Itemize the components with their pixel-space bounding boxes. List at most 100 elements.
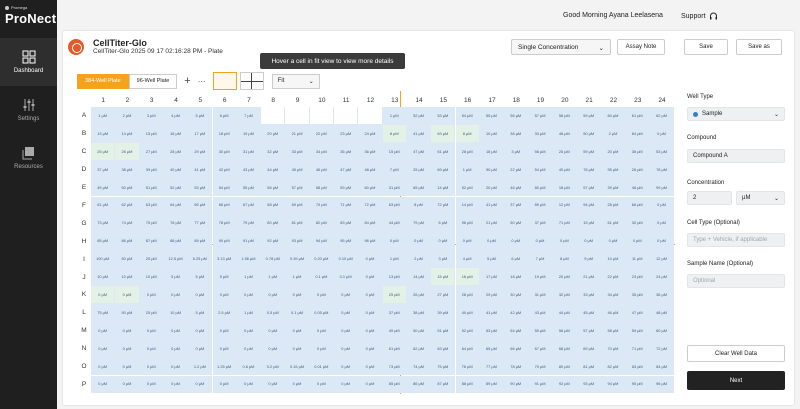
well-type-select[interactable]: Sample ⌄ [687, 107, 785, 121]
assay-note-button[interactable]: Assay Note [617, 39, 665, 55]
row-header[interactable]: B [77, 125, 91, 143]
well-cell[interactable]: 40 µM [163, 160, 189, 179]
well-cell[interactable]: 61 µM [431, 142, 456, 161]
well-cell[interactable]: 63 µM [431, 339, 456, 358]
well-cell[interactable]: 31 µM [528, 286, 553, 304]
save-as-button[interactable]: Save as [736, 39, 782, 55]
well-cell[interactable]: 53 µM [649, 142, 675, 161]
well-cell[interactable]: 47 µM [334, 160, 359, 179]
well-cell[interactable]: 53 µM [479, 321, 505, 340]
well-cell[interactable]: 72 µM [649, 339, 675, 358]
well-cell[interactable]: 54 µM [528, 160, 553, 179]
well-cell[interactable]: 0 µM [188, 339, 213, 358]
well-cell[interactable]: 79 µM [406, 214, 432, 233]
nav-resources[interactable]: Resources [0, 134, 57, 182]
well-cell[interactable]: 0 µM [163, 357, 189, 376]
well-cell[interactable]: 14 µM [406, 268, 432, 286]
well-cell[interactable]: 16 µM [455, 268, 480, 286]
well-cell[interactable]: 0 µM [334, 339, 359, 358]
concentration-field[interactable]: 2 [687, 191, 732, 205]
well-cell[interactable]: 5 µM [163, 268, 189, 286]
well-cell[interactable]: 0 µM [261, 375, 286, 394]
column-header[interactable]: 20 [553, 95, 577, 107]
column-header[interactable]: 16 [456, 95, 480, 107]
well-cell[interactable]: 18 µM [552, 178, 577, 197]
well-cell[interactable]: 78 µM [577, 160, 602, 179]
well-cell[interactable]: 94 µM [309, 232, 334, 251]
well-cell[interactable]: 22 µM [601, 268, 626, 286]
well-cell[interactable]: 0 µM [334, 286, 359, 304]
column-header[interactable]: 18 [504, 95, 528, 107]
well-cell[interactable]: 72 µM [358, 196, 383, 215]
well-cell[interactable]: 0 µM [139, 375, 164, 394]
well-cell[interactable]: 0 µM [139, 357, 164, 376]
well-cell[interactable]: 0 µM [91, 321, 116, 340]
row-header[interactable]: K [77, 286, 91, 304]
well-cell[interactable]: 94 µM [577, 196, 602, 215]
well-cell[interactable]: 18 µM [212, 124, 237, 143]
column-header[interactable]: 15 [431, 95, 455, 107]
well-cell[interactable]: 0 µM [479, 232, 505, 251]
well-cell[interactable]: 0 µM [115, 339, 140, 358]
well-cell[interactable]: 10 µM [115, 268, 140, 286]
well-cell[interactable]: 15 µM [382, 142, 407, 161]
well-cell[interactable]: 56 µM [504, 107, 529, 125]
well-cell[interactable]: 0.6 µM [236, 357, 262, 376]
well-cell[interactable]: 88 µM [163, 232, 189, 251]
well-cell[interactable]: 65 µM [406, 178, 432, 197]
well-cell[interactable]: 5 µM [212, 268, 237, 286]
well-cell[interactable]: 58 µM [601, 321, 626, 340]
well-cell[interactable]: 8 µM [455, 124, 480, 143]
well-cell[interactable]: 10 µM [163, 303, 189, 322]
well-cell[interactable]: 12 µM [649, 250, 675, 269]
well-cell[interactable]: 57 µM [528, 107, 553, 125]
column-header[interactable]: 22 [601, 95, 625, 107]
row-header[interactable]: A [77, 107, 91, 125]
well-cell[interactable]: 23 µM [334, 124, 359, 143]
well-cell[interactable]: 61 µM [382, 339, 407, 358]
well-cell[interactable]: 1 µM [236, 268, 262, 286]
well-cell[interactable]: 0.78 µM [261, 250, 286, 269]
well-cell[interactable]: 93 µM [285, 232, 310, 251]
well-cell[interactable]: 31 µM [382, 178, 407, 197]
column-header[interactable]: 23 [626, 95, 650, 107]
well-cell[interactable]: 0.01 µM [309, 357, 334, 376]
row-header[interactable]: N [77, 340, 91, 358]
well-cell[interactable]: 46 µM [601, 303, 626, 322]
well-cell[interactable]: 25 µM [406, 160, 432, 179]
well-cell[interactable]: 0 µM [212, 286, 237, 304]
well-cell[interactable]: 0 µM [91, 375, 116, 394]
well-cell[interactable]: 12.5 µM [163, 250, 189, 269]
well-cell[interactable]: 27 µM [431, 286, 456, 304]
well-cell[interactable]: 51 µM [431, 321, 456, 340]
well-cell[interactable]: 0 µM [334, 321, 359, 340]
well-cell[interactable]: 1 µM [261, 268, 286, 286]
well-cell[interactable]: 59 µM [625, 321, 650, 340]
well-cell[interactable]: 84 µM [358, 214, 383, 233]
well-cell[interactable]: 68 µM [552, 339, 577, 358]
well-cell[interactable] [261, 107, 286, 125]
quad-view-button[interactable] [239, 72, 264, 90]
row-header[interactable]: E [77, 179, 91, 197]
well-cell[interactable]: 0 µM [406, 232, 432, 251]
well-cell[interactable]: 0 µM [358, 286, 383, 304]
well-cell[interactable]: 69 µM [285, 196, 310, 215]
well-cell[interactable]: 14 µM [431, 178, 456, 197]
well-cell[interactable]: 0.05 µM [309, 303, 334, 322]
well-cell[interactable]: 65 µM [479, 339, 505, 358]
well-cell[interactable]: 48 µM [552, 124, 577, 143]
well-cell[interactable]: 0 µM [236, 321, 262, 340]
well-cell[interactable]: 90 µM [504, 375, 529, 394]
well-cell[interactable]: 57 µM [285, 178, 310, 197]
well-cell[interactable]: 0 µM [139, 286, 164, 304]
well-cell[interactable]: 0 µM [163, 339, 189, 358]
well-cell[interactable]: 81 µM [577, 357, 602, 376]
row-header[interactable]: D [77, 161, 91, 179]
well-cell[interactable]: 8 µM [382, 124, 407, 143]
well-cell[interactable]: 43 µM [528, 303, 553, 322]
well-cell[interactable]: 0 µM [91, 357, 116, 376]
well-cell[interactable]: 75 µM [139, 214, 164, 233]
well-cell[interactable]: 13 µM [91, 124, 116, 143]
well-cell[interactable]: 33 µM [577, 286, 602, 304]
well-cell[interactable]: 47 µM [625, 303, 650, 322]
